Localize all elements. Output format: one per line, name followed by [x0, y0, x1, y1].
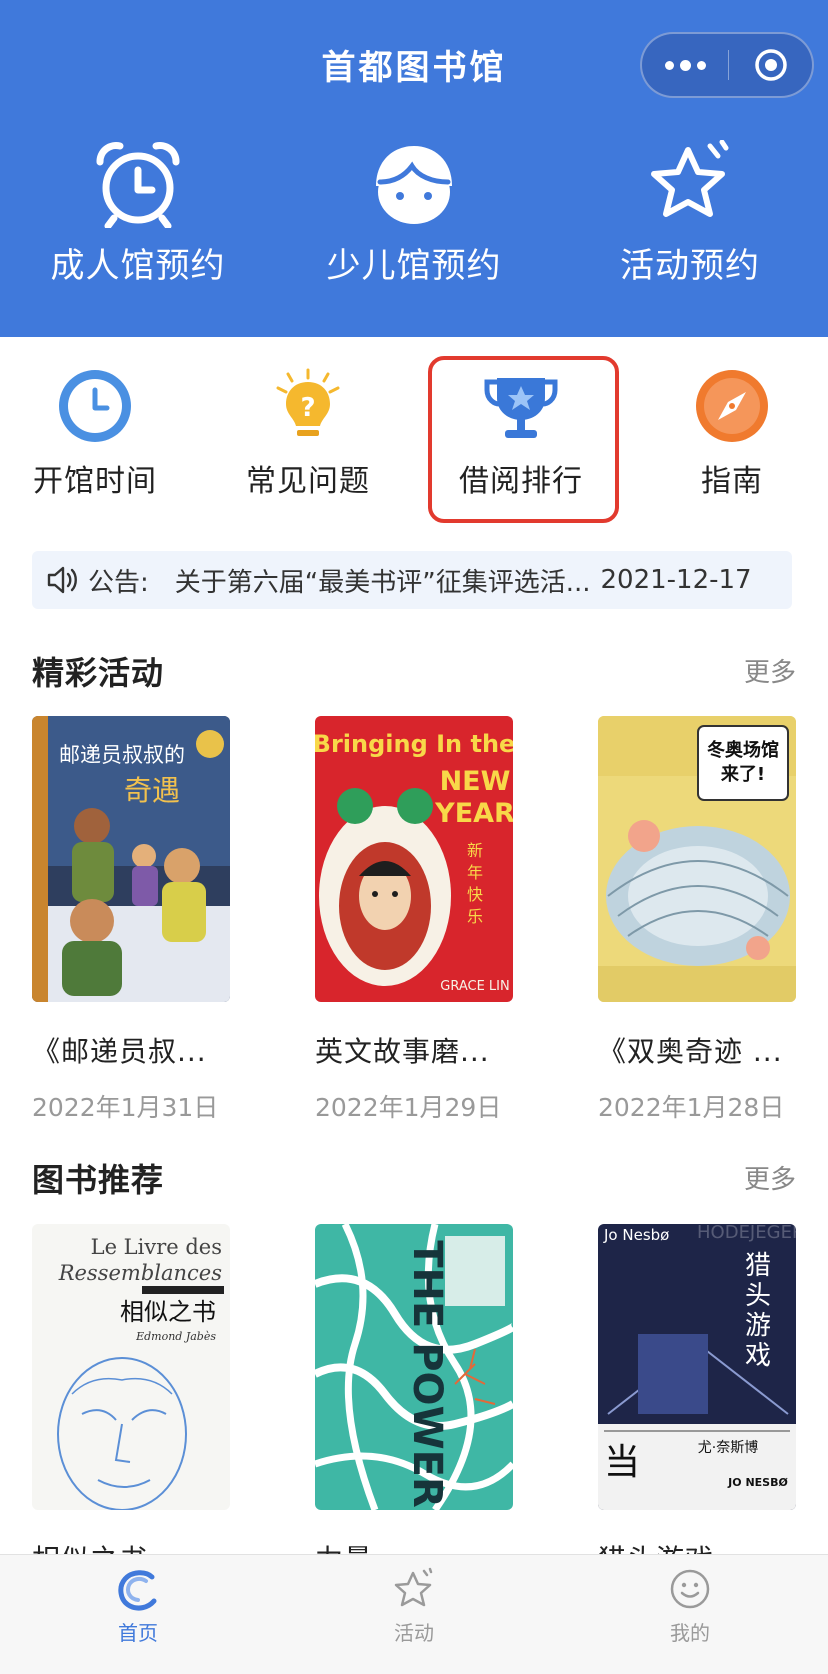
notice-label: 公告: [88, 567, 149, 598]
nav-label: 少儿馆预约 [326, 246, 502, 286]
event-card[interactable]: Bringing In the NEW YEAR 新 年 快 乐 GRACE L… [315, 716, 515, 1124]
tab-activity[interactable]: 活动 [354, 1567, 474, 1646]
book-cover-resemblances: Le Livre des Ressemblances 相似之书 Edmond J… [32, 1224, 230, 1510]
books-more-link[interactable]: 更多 [744, 1159, 796, 1196]
event-name: 英文故事磨... [315, 1035, 490, 1068]
nav-activity-reservation[interactable]: 活动预约 [552, 140, 828, 287]
svg-text:当: 当 [604, 1442, 640, 1483]
tab-label: 首页 [118, 1621, 158, 1645]
events-more-link[interactable]: 更多 [744, 652, 796, 689]
book-cover-the-power: THE POWER [315, 1224, 513, 1510]
compass-icon [696, 370, 768, 442]
header-bar: 首都图书馆 成人馆预约 少儿馆预约 活动预约 [0, 0, 828, 337]
star-icon [651, 140, 729, 217]
more-dots-icon[interactable] [642, 34, 728, 96]
highlight-box [428, 356, 619, 523]
notice-date: 2021-12-17 [600, 565, 752, 595]
svg-text:GRACE LIN: GRACE LIN [440, 979, 509, 994]
svg-text:尤·奈斯博: 尤·奈斯博 [698, 1439, 758, 1456]
event-cover-winter-olympics: 冬奥场馆 来了! [598, 716, 796, 1002]
svg-text:Ressemblances: Ressemblances [58, 1261, 223, 1285]
home-swirl-icon [118, 1570, 157, 1611]
svg-text:新: 新 [467, 841, 483, 860]
svg-text:Le Livre des: Le Livre des [91, 1235, 222, 1259]
speaker-icon [47, 566, 77, 594]
tab-bar: 首页 活动 我的 [0, 1554, 828, 1674]
nav-label: 活动预约 [620, 246, 760, 286]
tab-home[interactable]: 首页 [78, 1567, 198, 1646]
quick-link-label: 开馆时间 [33, 464, 157, 499]
svg-text:奇遇: 奇遇 [124, 774, 180, 807]
nav-label: 成人馆预约 [50, 246, 226, 286]
notice-text: 关于第六届“最美书评”征集评选活... [174, 567, 591, 598]
svg-text:?: ? [300, 393, 315, 423]
lightbulb-question-icon: ? [276, 368, 340, 436]
nav-adult-reservation[interactable]: 成人馆预约 [0, 140, 276, 287]
event-card[interactable]: 邮递员叔叔的 奇遇 《邮递员叔... 2022年1月31日 [32, 716, 232, 1124]
nav-children-reservation[interactable]: 少儿馆预约 [276, 140, 552, 287]
section-title-books: 图书推荐 [32, 1161, 165, 1199]
book-card[interactable]: Jo Nesbø HODEJEGERNE 猎 头 游 戏 当 尤·奈斯博 JO … [598, 1224, 798, 1578]
tab-label: 我的 [670, 1621, 710, 1645]
clock-icon [59, 370, 131, 442]
star-outline-icon [394, 1567, 433, 1607]
quick-link-guide[interactable]: 指南 [627, 368, 828, 500]
svg-text:JO NESBØ: JO NESBØ [727, 1476, 788, 1489]
section-title-events: 精彩活动 [32, 654, 165, 692]
svg-text:乐: 乐 [467, 907, 483, 926]
quick-link-faq[interactable]: ? 常见问题 [203, 368, 413, 500]
quick-link-opening-hours[interactable]: 开馆时间 [0, 368, 200, 500]
svg-text:HODEJEGERNE: HODEJEGERNE [697, 1224, 796, 1243]
tab-label: 活动 [394, 1621, 434, 1645]
book-card[interactable]: THE POWER 力量 [315, 1224, 515, 1578]
event-cover-new-year: Bringing In the NEW YEAR 新 年 快 乐 GRACE L… [315, 716, 513, 1002]
quick-link-label: 常见问题 [246, 464, 370, 499]
svg-text:YEAR: YEAR [434, 798, 513, 829]
svg-text:头: 头 [745, 1281, 771, 1311]
svg-text:快: 快 [467, 885, 483, 904]
child-face-icon [376, 146, 452, 224]
svg-text:NEW: NEW [440, 766, 511, 797]
event-cover-postman: 邮递员叔叔的 奇遇 [32, 716, 230, 1002]
svg-text:Edmond Jabès: Edmond Jabès [135, 1330, 216, 1343]
svg-text:年: 年 [467, 863, 483, 882]
svg-text:来了!: 来了! [720, 764, 765, 785]
notice-bar[interactable]: 公告: 关于第六届“最美书评”征集评选活... 2021-12-17 [32, 551, 792, 609]
svg-text:猎: 猎 [745, 1251, 771, 1281]
tab-mine[interactable]: 我的 [630, 1567, 750, 1646]
book-card[interactable]: Le Livre des Ressemblances 相似之书 Edmond J… [32, 1224, 232, 1578]
quick-link-label: 指南 [701, 464, 763, 499]
mini-program-capsule [640, 32, 814, 98]
svg-text:戏: 戏 [745, 1341, 771, 1371]
svg-text:游: 游 [745, 1311, 771, 1341]
event-name: 《双奥奇迹 ... [598, 1035, 783, 1068]
svg-text:邮递员叔叔的: 邮递员叔叔的 [59, 743, 185, 767]
alarm-clock-icon [96, 142, 180, 228]
book-cover-headhunters: Jo Nesbø HODEJEGERNE 猎 头 游 戏 当 尤·奈斯博 JO … [598, 1224, 796, 1510]
svg-text:THE POWER: THE POWER [404, 1240, 450, 1508]
event-date: 2022年1月29日 [315, 1093, 502, 1122]
svg-text:冬奥场馆: 冬奥场馆 [707, 739, 779, 761]
event-name: 《邮递员叔... [32, 1035, 207, 1068]
event-card[interactable]: 冬奥场馆 来了! 《双奥奇迹 ... 2022年1月28日 [598, 716, 798, 1124]
smiley-icon [670, 1569, 710, 1609]
target-close-icon[interactable] [728, 34, 814, 96]
event-date: 2022年1月31日 [32, 1093, 219, 1122]
event-date: 2022年1月28日 [598, 1093, 785, 1122]
svg-text:Bringing In the: Bringing In the [315, 730, 513, 758]
svg-text:相似之书: 相似之书 [120, 1298, 216, 1326]
svg-text:Jo Nesbø: Jo Nesbø [603, 1226, 669, 1244]
